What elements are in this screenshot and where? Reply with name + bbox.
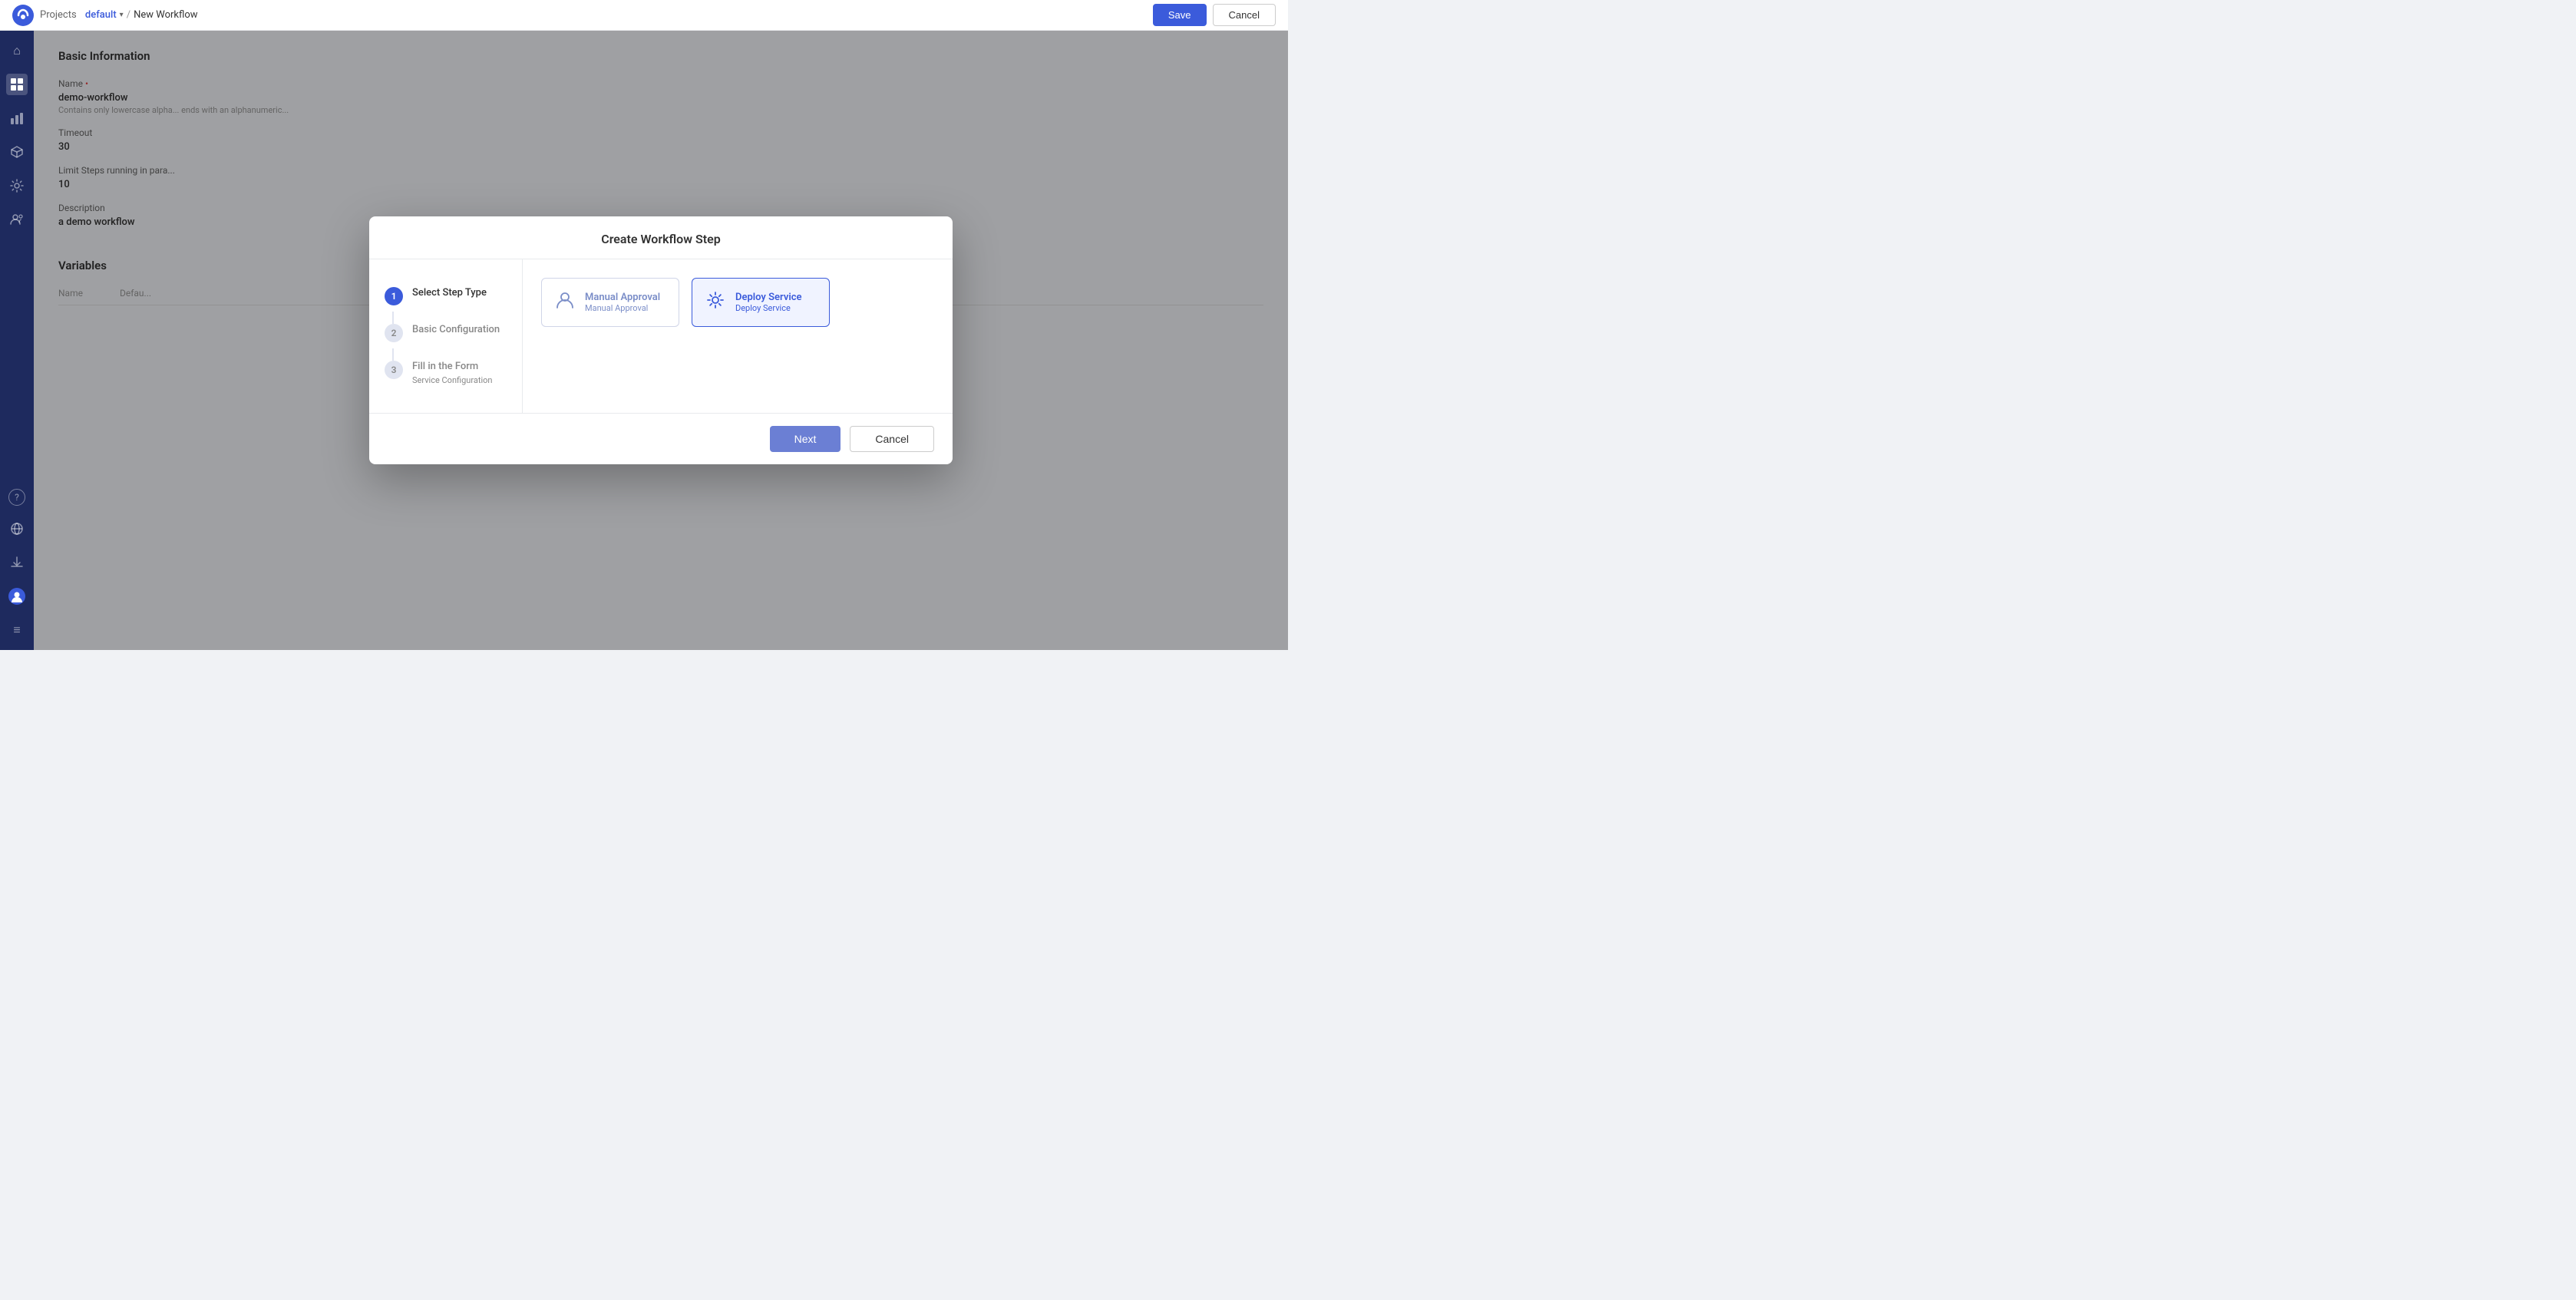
nav-left: Projects default ▾ / New Workflow [12,5,198,26]
type-cards-container: Manual Approval Manual Approval [541,278,934,327]
breadcrumb-separator [80,9,82,21]
manual-approval-subtitle: Manual Approval [585,303,660,313]
save-button[interactable]: Save [1153,4,1207,26]
step-1-text: Select Step Type [412,287,487,300]
deploy-service-icon [705,289,726,315]
sidebar-item-grid[interactable] [6,74,28,95]
deploy-service-subtitle: Deploy Service [735,303,802,313]
manual-approval-card[interactable]: Manual Approval Manual Approval [541,278,679,327]
step-2-number: 2 [385,324,403,342]
sidebar: ⌂ [0,31,34,650]
top-nav: Projects default ▾ / New Workflow Save C… [0,0,1288,31]
step-1-item: 1 Select Step Type [369,278,522,315]
cancel-top-button[interactable]: Cancel [1213,4,1276,26]
step-3-text: Fill in the Form Service Configuration [412,361,492,385]
sidebar-item-download[interactable] [6,552,28,573]
breadcrumb-current: New Workflow [134,9,197,21]
deploy-service-text: Deploy Service Deploy Service [735,292,802,313]
modal-header: Create Workflow Step [369,216,953,259]
sidebar-item-home[interactable]: ⌂ [6,40,28,61]
cancel-modal-button[interactable]: Cancel [850,426,934,452]
breadcrumb-section: Projects [40,9,77,21]
modal-steps-sidebar: 1 Select Step Type 2 Basic Configuration [369,259,523,413]
breadcrumb-dropdown-icon[interactable]: ▾ [120,11,124,19]
modal-overlay: Create Workflow Step 1 Select Step Type [34,31,1288,650]
sidebar-item-chart[interactable] [6,107,28,129]
sidebar-item-user[interactable] [6,586,28,607]
modal-body: 1 Select Step Type 2 Basic Configuration [369,259,953,413]
sidebar-item-help[interactable]: ? [8,489,25,506]
step-3-label: Fill in the Form [412,361,492,374]
step-3-number: 3 [385,361,403,379]
step-2-item: 2 Basic Configuration [369,315,522,351]
logo-icon [12,5,34,26]
breadcrumb-sep: / [127,9,130,21]
manual-approval-title: Manual Approval [585,292,660,303]
manual-approval-text: Manual Approval Manual Approval [585,292,660,313]
nav-right: Save Cancel [1153,4,1276,26]
modal-footer: Next Cancel [369,413,953,464]
main-layout: ⌂ [0,31,1288,650]
next-button[interactable]: Next [770,426,841,452]
modal-title: Create Workflow Step [601,232,721,246]
deploy-service-card[interactable]: Deploy Service Deploy Service [692,278,830,327]
breadcrumb: Projects default ▾ / New Workflow [40,9,198,21]
create-workflow-step-modal: Create Workflow Step 1 Select Step Type [369,216,953,464]
step-1-content: Manual Approval Manual Approval [523,259,953,413]
breadcrumb-project[interactable]: default [85,9,117,21]
sidebar-item-package[interactable] [6,141,28,163]
person-icon [554,289,576,315]
step-2-text: Basic Configuration [412,324,500,337]
sidebar-bottom: ? ≡ [6,489,28,641]
sidebar-item-globe[interactable] [6,518,28,539]
sidebar-item-menu[interactable]: ≡ [6,619,28,641]
step-2-label: Basic Configuration [412,324,500,337]
sidebar-item-people[interactable] [6,209,28,230]
sidebar-item-settings[interactable] [6,175,28,196]
step-3-sublabel: Service Configuration [412,375,492,385]
step-1-label: Select Step Type [412,287,487,300]
step-3-item: 3 Fill in the Form Service Configuration [369,351,522,394]
step-1-number: 1 [385,287,403,305]
deploy-service-title: Deploy Service [735,292,802,303]
content-area: Basic Information Name • demo-workflow C… [34,31,1288,650]
